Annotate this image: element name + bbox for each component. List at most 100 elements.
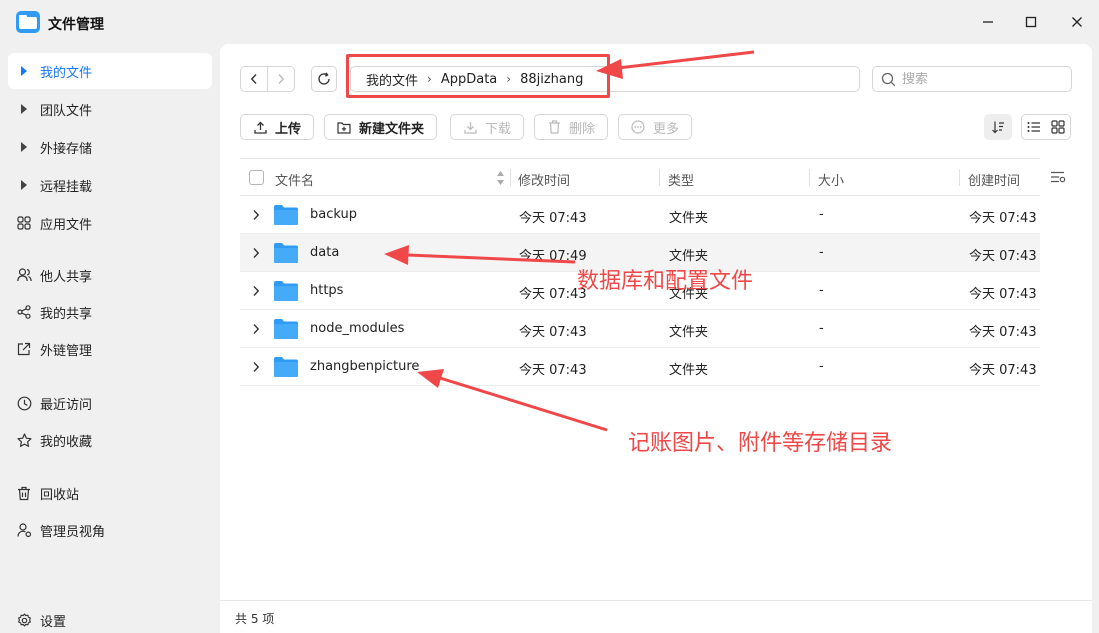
file-size: - bbox=[819, 245, 824, 260]
chevron-right-icon[interactable] bbox=[252, 285, 262, 297]
select-all-checkbox[interactable] bbox=[249, 170, 264, 185]
table-row[interactable]: node_modules 今天 07:43 文件夹 - 今天 07:43 bbox=[240, 310, 1040, 348]
sort-arrows-icon[interactable] bbox=[496, 170, 505, 186]
sidebar-item-my-shares[interactable]: 我的共享 bbox=[8, 294, 212, 330]
item-count: 共 5 项 bbox=[235, 612, 275, 626]
column-header-created[interactable]: 创建时间 bbox=[968, 170, 1020, 189]
sidebar-item-admin-view[interactable]: 管理员视角 bbox=[8, 512, 212, 548]
sidebar-item-label: 我的共享 bbox=[40, 306, 93, 322]
admin-icon bbox=[16, 522, 32, 538]
breadcrumb-item[interactable]: 88jizhang bbox=[520, 72, 583, 87]
file-type: 文件夹 bbox=[669, 363, 709, 378]
more-icon bbox=[631, 120, 645, 134]
sort-icon bbox=[992, 121, 1004, 134]
maximize-button[interactable] bbox=[1021, 12, 1041, 32]
column-settings-icon[interactable] bbox=[1050, 170, 1066, 184]
folder-icon bbox=[274, 357, 298, 377]
sidebar-item-team-files[interactable]: 团队文件 bbox=[8, 91, 212, 127]
file-name[interactable]: data bbox=[310, 245, 339, 260]
new-folder-button[interactable]: 新建文件夹 bbox=[324, 114, 438, 140]
list-view-button[interactable] bbox=[1022, 115, 1046, 139]
sidebar-item-label: 最近访问 bbox=[40, 397, 93, 413]
modified-time: 今天 07:43 bbox=[519, 287, 587, 302]
column-header-type[interactable]: 类型 bbox=[668, 170, 694, 189]
search-box[interactable] bbox=[872, 66, 1072, 92]
file-name[interactable]: zhangbenpicture bbox=[310, 359, 419, 374]
sidebar-item-favorites[interactable]: 我的收藏 bbox=[8, 422, 212, 458]
download-icon bbox=[463, 120, 477, 134]
table-header: 文件名 修改时间 类型 大小 创建时间 bbox=[240, 158, 1040, 196]
sidebar-item-my-files[interactable]: 我的文件 bbox=[8, 53, 212, 89]
more-button[interactable]: 更多 bbox=[618, 114, 693, 140]
chevron-right-icon[interactable] bbox=[252, 361, 262, 373]
sidebar-item-label: 远程挂载 bbox=[40, 179, 93, 195]
triangle-right-icon bbox=[16, 177, 32, 193]
table-row[interactable]: backup 今天 07:43 文件夹 - 今天 07:43 bbox=[240, 196, 1040, 234]
file-name[interactable]: node_modules bbox=[310, 321, 404, 336]
delete-button[interactable]: 删除 bbox=[534, 114, 609, 140]
file-type: 文件夹 bbox=[669, 287, 709, 302]
breadcrumb-item[interactable]: AppData bbox=[441, 72, 497, 87]
main-panel: 我的文件 › AppData › 88jizhang 上传 新建文件夹 下载 删… bbox=[220, 44, 1092, 633]
file-size: - bbox=[819, 283, 824, 298]
chevron-left-icon bbox=[251, 74, 257, 84]
more-label: 更多 bbox=[653, 121, 680, 137]
created-time: 今天 07:43 bbox=[969, 249, 1037, 264]
back-button[interactable] bbox=[241, 67, 267, 91]
file-type: 文件夹 bbox=[669, 249, 709, 264]
file-name[interactable]: backup bbox=[310, 207, 357, 222]
star-icon bbox=[16, 432, 32, 448]
modified-time: 今天 07:43 bbox=[519, 211, 587, 226]
minimize-button[interactable] bbox=[978, 12, 998, 32]
sidebar-item-settings[interactable]: 设置 bbox=[8, 602, 212, 633]
view-toggle bbox=[1021, 114, 1071, 140]
file-size: - bbox=[819, 207, 824, 222]
column-divider bbox=[959, 169, 960, 186]
download-button[interactable]: 下载 bbox=[450, 114, 525, 140]
file-name[interactable]: https bbox=[310, 283, 343, 298]
chevron-right-icon[interactable] bbox=[252, 323, 262, 335]
sidebar-item-recent[interactable]: 最近访问 bbox=[8, 385, 212, 421]
created-time: 今天 07:43 bbox=[969, 363, 1037, 378]
sidebar-item-remote-mount[interactable]: 远程挂载 bbox=[8, 167, 212, 203]
column-header-modified[interactable]: 修改时间 bbox=[518, 170, 570, 189]
triangle-right-icon bbox=[16, 139, 32, 155]
modified-time: 今天 07:43 bbox=[519, 325, 587, 340]
sidebar-item-link-management[interactable]: 外链管理 bbox=[8, 331, 212, 367]
table-row[interactable]: data 今天 07:49 文件夹 - 今天 07:43 bbox=[240, 234, 1040, 272]
chevron-right-icon[interactable] bbox=[252, 209, 262, 221]
file-type: 文件夹 bbox=[669, 325, 709, 340]
close-button[interactable] bbox=[1067, 12, 1087, 32]
chevron-right-icon bbox=[278, 74, 285, 84]
upload-icon bbox=[253, 120, 267, 134]
forward-button[interactable] bbox=[267, 67, 294, 91]
breadcrumb[interactable]: 我的文件 › AppData › 88jizhang bbox=[350, 66, 860, 92]
sidebar-item-label: 外接存储 bbox=[40, 141, 93, 157]
table-row[interactable]: https 今天 07:43 文件夹 - 今天 07:43 bbox=[240, 272, 1040, 310]
search-input[interactable] bbox=[902, 71, 1062, 87]
refresh-button[interactable] bbox=[311, 66, 337, 92]
chevron-right-icon[interactable] bbox=[252, 247, 262, 259]
sidebar-item-recycle-bin[interactable]: 回收站 bbox=[8, 475, 212, 511]
sidebar-item-app-files[interactable]: 应用文件 bbox=[8, 205, 212, 241]
upload-label: 上传 bbox=[275, 121, 302, 137]
breadcrumb-separator: › bbox=[506, 72, 512, 86]
column-header-size[interactable]: 大小 bbox=[818, 170, 844, 189]
table-row[interactable]: zhangbenpicture 今天 07:43 文件夹 - 今天 07:43 bbox=[240, 348, 1040, 386]
sort-button[interactable] bbox=[984, 114, 1012, 140]
column-header-name[interactable]: 文件名 bbox=[275, 170, 314, 189]
sidebar-item-external-storage[interactable]: 外接存储 bbox=[8, 129, 212, 165]
sidebar-item-label: 我的收藏 bbox=[40, 434, 93, 450]
file-size: - bbox=[819, 359, 824, 374]
download-label: 下载 bbox=[485, 121, 512, 137]
upload-button[interactable]: 上传 bbox=[240, 114, 315, 140]
created-time: 今天 07:43 bbox=[969, 325, 1037, 340]
folder-icon bbox=[274, 281, 298, 301]
sidebar-item-label: 回收站 bbox=[40, 487, 80, 503]
sidebar-item-label: 他人共享 bbox=[40, 269, 93, 285]
sidebar-item-label: 外链管理 bbox=[40, 343, 93, 359]
breadcrumb-item[interactable]: 我的文件 bbox=[366, 70, 418, 89]
sidebar-item-shared-with-me[interactable]: 他人共享 bbox=[8, 257, 212, 293]
list-view-icon bbox=[1027, 122, 1040, 132]
grid-view-button[interactable] bbox=[1046, 115, 1070, 139]
